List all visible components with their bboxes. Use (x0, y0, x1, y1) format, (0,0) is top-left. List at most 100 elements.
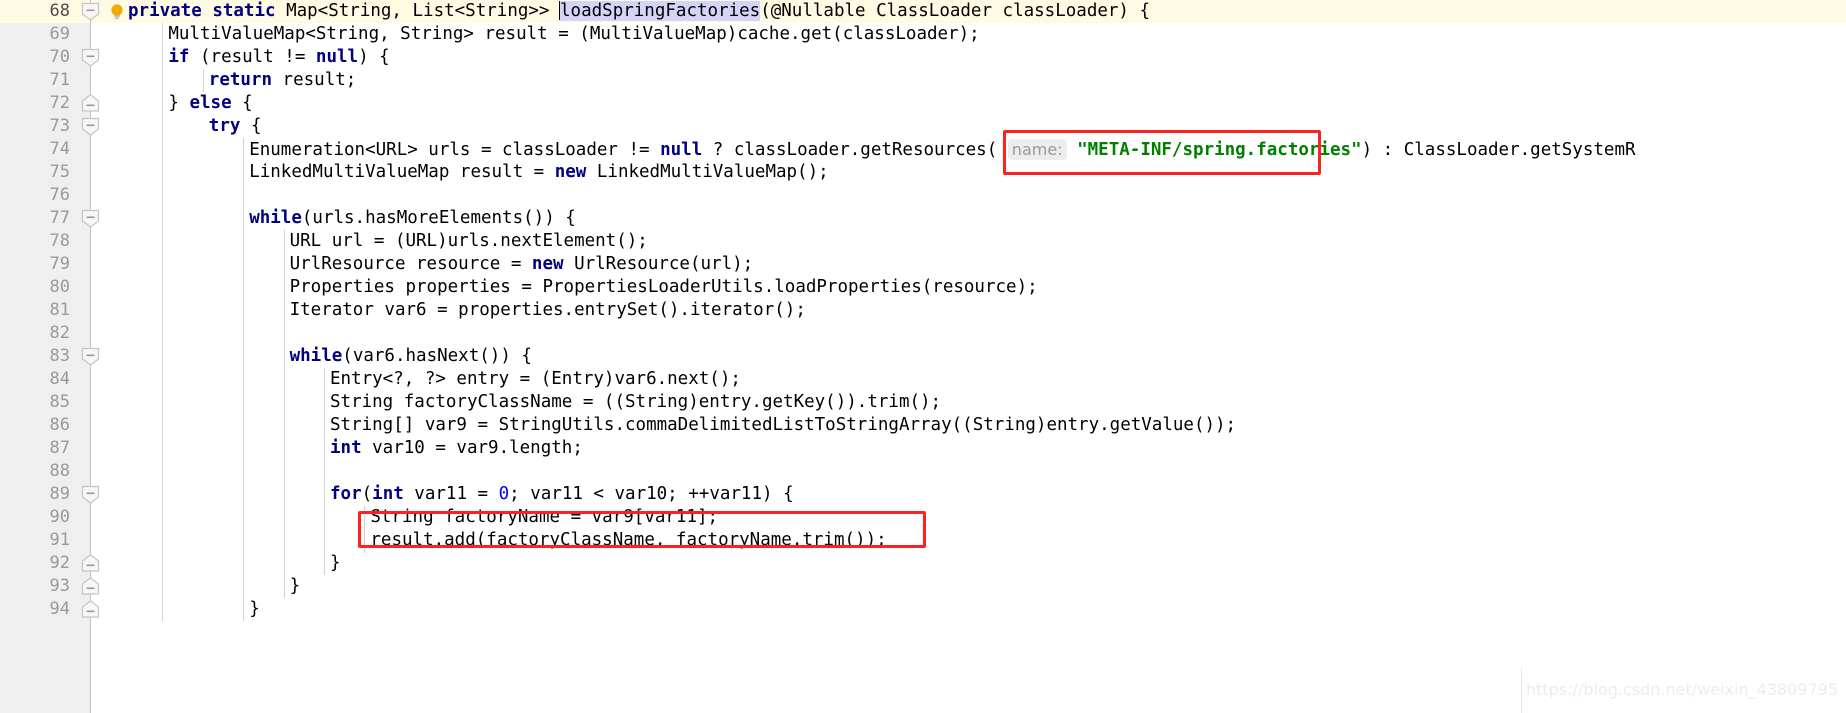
code-line[interactable]: int var10 = var9.length; (330, 437, 583, 460)
line-number[interactable]: 76 (0, 184, 70, 207)
editor-right-divider (1521, 668, 1522, 713)
code-line[interactable]: LinkedMultiValueMap result = new LinkedM… (249, 161, 828, 184)
line-number[interactable]: 73 (0, 115, 70, 138)
fold-marker-close-icon[interactable] (81, 600, 100, 619)
code-token: } (168, 93, 190, 113)
line-number[interactable]: 87 (0, 437, 70, 460)
code-token: while (249, 208, 302, 228)
code-token: ) : ClassLoader.getSystemR (1361, 140, 1636, 160)
code-line[interactable]: Enumeration<URL> urls = classLoader != n… (249, 138, 1636, 161)
indent-guide (364, 506, 366, 552)
code-line[interactable]: try { (209, 115, 262, 138)
line-number[interactable]: 81 (0, 299, 70, 322)
indent-guide (324, 368, 325, 575)
code-token: 0 (498, 484, 510, 504)
line-number[interactable]: 83 (0, 345, 70, 368)
fold-marker-open-icon[interactable] (81, 48, 100, 67)
line-number[interactable]: 70 (0, 46, 70, 69)
line-number[interactable]: 75 (0, 161, 70, 184)
code-line[interactable]: URL url = (URL)urls.nextElement(); (290, 230, 648, 253)
line-number[interactable]: 85 (0, 391, 70, 414)
code-token: result; (272, 70, 357, 90)
line-number[interactable]: 79 (0, 253, 70, 276)
code-token: Map<String, List<String>> (275, 1, 561, 21)
code-token: (urls.hasMoreElements()) { (301, 208, 576, 228)
code-token: null (315, 47, 359, 67)
fold-marker-open-icon[interactable] (81, 209, 100, 228)
code-line[interactable]: String factoryName = var9[var11]; (370, 506, 718, 529)
line-number[interactable]: 71 (0, 69, 70, 92)
line-number[interactable]: 94 (0, 598, 70, 621)
code-line[interactable]: } (330, 552, 341, 575)
code-token: result.add(factoryClassName, factoryName… (370, 530, 887, 550)
line-number[interactable]: 89 (0, 483, 70, 506)
code-token: (result != (189, 47, 316, 67)
line-number[interactable]: 68 (0, 0, 70, 23)
line-number[interactable]: 93 (0, 575, 70, 598)
code-token: } (330, 553, 341, 573)
watermark: https://blog.csdn.net/weixin_43809795 (1525, 680, 1838, 699)
fold-marker-open-icon[interactable] (81, 117, 100, 136)
code-token: MultiValueMap<String, String> result = (… (168, 24, 980, 44)
fold-marker-open-icon[interactable] (81, 347, 100, 366)
code-token: { (231, 93, 253, 113)
line-number[interactable]: 91 (0, 529, 70, 552)
code-line[interactable]: } (290, 575, 301, 598)
fold-marker-close-icon[interactable] (81, 94, 100, 113)
parameter-name-hint: name: (1007, 139, 1067, 160)
line-number[interactable]: 82 (0, 322, 70, 345)
code-token: } (249, 599, 260, 619)
line-number[interactable]: 72 (0, 92, 70, 115)
fold-marker-open-icon[interactable] (81, 2, 100, 21)
code-line[interactable]: String factoryClassName = ((String)entry… (330, 391, 941, 414)
code-token: new (554, 162, 587, 182)
code-token: String factoryClassName = ((String)entry… (330, 392, 942, 412)
code-line[interactable]: Entry<?, ?> entry = (Entry)var6.next(); (330, 368, 741, 391)
code-line[interactable]: } (249, 598, 260, 621)
code-token: ) { (358, 47, 390, 67)
code-line[interactable]: } else { (168, 92, 252, 115)
code-line[interactable]: while(var6.hasNext()) { (290, 345, 532, 368)
line-number[interactable]: 92 (0, 552, 70, 575)
code-line[interactable]: return result; (209, 69, 357, 92)
code-token: int (330, 438, 362, 458)
code-line[interactable]: MultiValueMap<String, String> result = (… (168, 23, 979, 46)
fold-marker-open-icon[interactable] (81, 485, 100, 504)
code-token: Entry<?, ?> entry = (Entry)var6.next(); (330, 369, 741, 389)
indent-guide (162, 23, 164, 621)
code-line[interactable]: result.add(factoryClassName, factoryName… (370, 529, 886, 552)
line-number[interactable]: 88 (0, 460, 70, 483)
lightbulb-icon[interactable] (107, 2, 127, 22)
code-token: } (289, 576, 301, 596)
code-token: "META-INF/spring.factories" (1077, 140, 1362, 160)
line-number[interactable]: 74 (0, 138, 70, 161)
code-token: Properties properties = PropertiesLoader… (289, 277, 1038, 297)
code-line[interactable]: Properties properties = PropertiesLoader… (290, 276, 1038, 299)
code-token: null (660, 140, 703, 160)
code-line[interactable]: String[] var9 = StringUtils.commaDelimit… (330, 414, 1236, 437)
line-number[interactable]: 78 (0, 230, 70, 253)
code-token: ; var11 < var10; ++var11) { (509, 484, 794, 504)
code-token: (@Nullable ClassLoader classLoader) { (760, 1, 1151, 21)
code-token: var10 = var9.length; (361, 438, 583, 458)
code-editor[interactable]: 68 69 70 71 72 73 74 75 76 77 78 79 80 81 82 83 84 85 86 87… (0, 0, 1846, 713)
code-line[interactable]: if (result != null) { (168, 46, 389, 69)
fold-marker-close-icon[interactable] (81, 554, 100, 573)
line-number[interactable]: 86 (0, 414, 70, 437)
code-token: { (240, 116, 262, 136)
code-line[interactable]: Iterator var6 = properties.entrySet().it… (290, 299, 806, 322)
code-line[interactable]: for(int var11 = 0; var11 < var10; ++var1… (330, 483, 794, 506)
line-number[interactable]: 80 (0, 276, 70, 299)
code-line[interactable]: private static Map<String, List<String>>… (128, 0, 1150, 23)
line-number[interactable]: 77 (0, 207, 70, 230)
line-number[interactable]: 84 (0, 368, 70, 391)
line-number[interactable]: 69 (0, 23, 70, 46)
line-number[interactable]: 90 (0, 506, 70, 529)
code-token: new (531, 254, 564, 274)
fold-marker-close-icon[interactable] (81, 577, 100, 596)
code-line[interactable]: UrlResource resource = new UrlResource(u… (290, 253, 754, 276)
code-token: while (289, 346, 343, 366)
code-token: try (208, 116, 241, 136)
code-line[interactable]: while(urls.hasMoreElements()) { (249, 207, 576, 230)
